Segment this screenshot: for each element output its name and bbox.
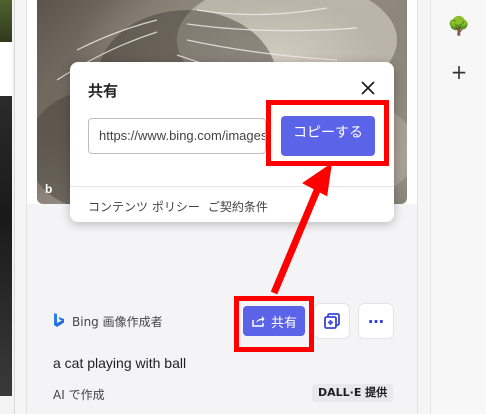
copy-highlight-box: [266, 100, 389, 166]
dialog-title: 共有: [88, 82, 119, 100]
terms-link[interactable]: ご契約条件: [208, 200, 268, 214]
dialog-divider: [70, 186, 394, 187]
more-icon: …: [368, 308, 384, 327]
thumbnail-top[interactable]: [0, 0, 12, 42]
bing-logo-icon: [52, 312, 66, 331]
dalle-badge: DALL·E 提供: [312, 384, 394, 402]
thumbnail-gap: [0, 42, 12, 96]
content-policy-link[interactable]: コンテンツ ポリシー: [88, 200, 200, 214]
bing-watermark-icon: b: [45, 182, 53, 196]
close-icon[interactable]: [356, 76, 380, 100]
ai-created-label: AI で作成: [53, 388, 105, 402]
plus-icon[interactable]: +: [449, 60, 469, 84]
dialog-links: コンテンツ ポリシー ご契約条件: [88, 198, 268, 215]
thumbnail-middle[interactable]: [0, 96, 12, 396]
prompt-text: a cat playing with ball: [53, 355, 187, 371]
screen: b 共有 https://www.bing.com/images/create …: [0, 0, 486, 414]
share-url-input[interactable]: https://www.bing.com/images/create: [88, 118, 266, 154]
tree-icon[interactable]: 🌳: [448, 16, 470, 37]
add-to-collection-button[interactable]: [314, 303, 350, 339]
share-highlight-box: [234, 296, 314, 352]
more-options-button[interactable]: …: [358, 303, 394, 339]
creator-label: Bing 画像作成者: [52, 312, 163, 331]
left-thumbnail-strip: [0, 0, 15, 414]
add-collection-icon: [324, 313, 340, 329]
creator-text: Bing 画像作成者: [72, 315, 163, 329]
right-sidebar: 🌳 +: [430, 0, 486, 414]
